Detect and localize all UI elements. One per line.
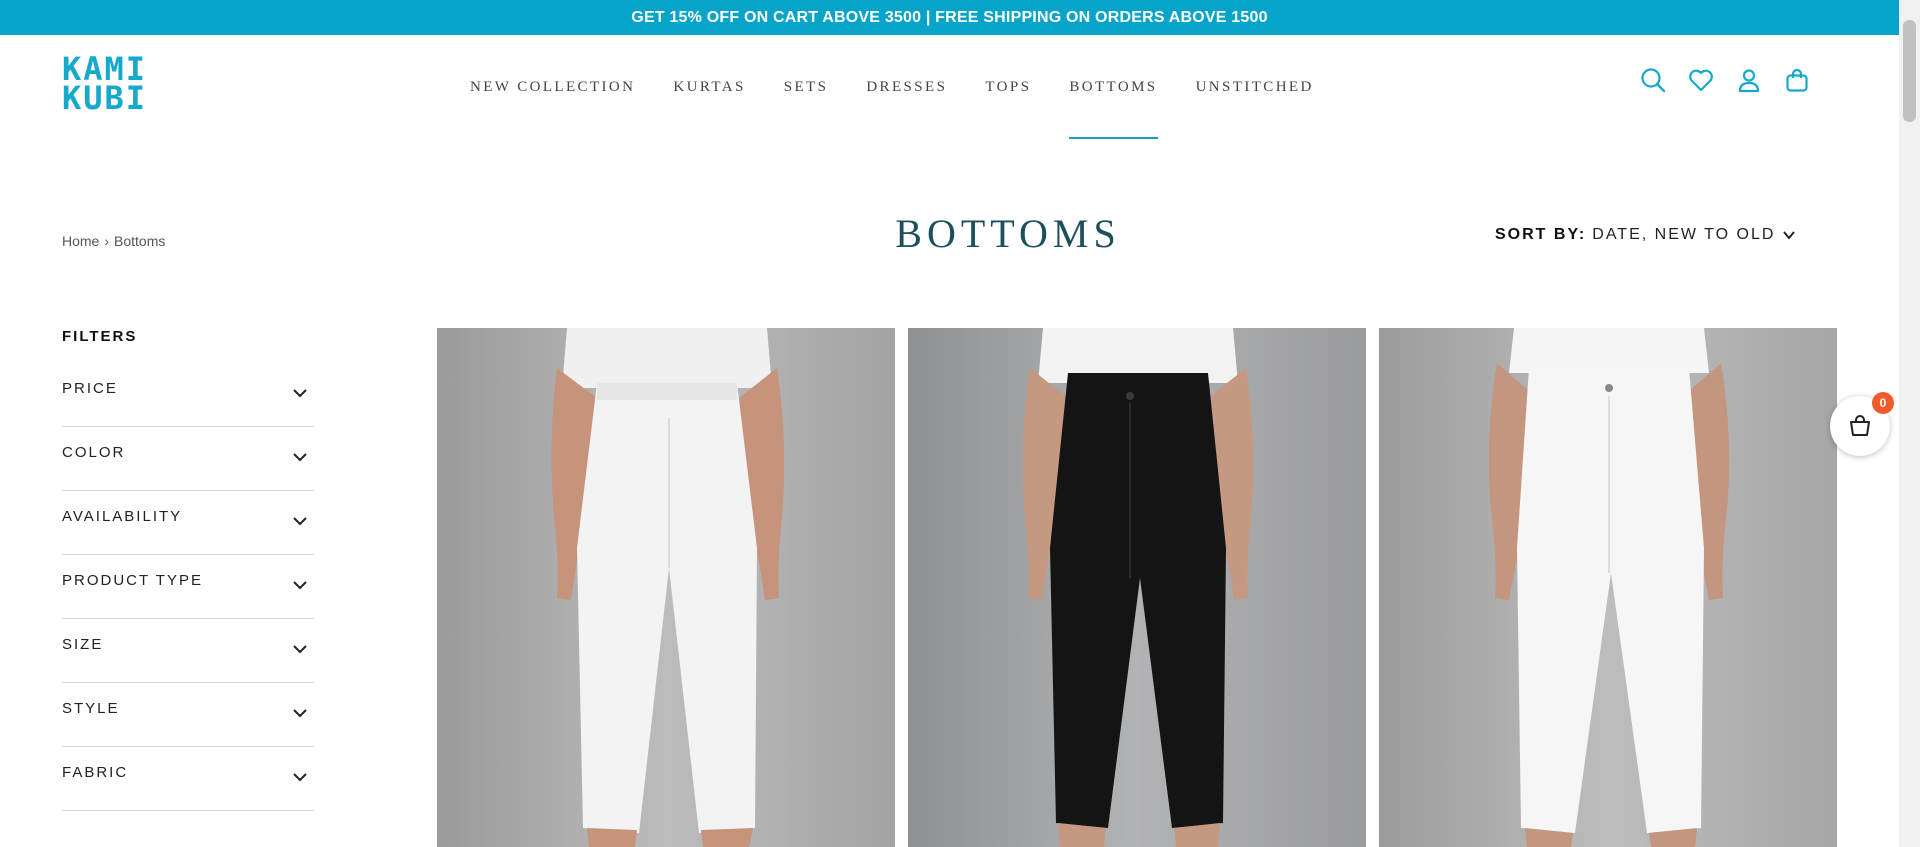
chevron-down-icon bbox=[293, 773, 307, 782]
nav-tops[interactable]: TOPS bbox=[985, 35, 1031, 139]
announcement-text: GET 15% OFF ON CART ABOVE 3500 | FREE SH… bbox=[631, 8, 1268, 26]
filter-style[interactable]: STYLE bbox=[62, 683, 314, 747]
scrollbar-thumb[interactable] bbox=[1903, 20, 1916, 122]
main-nav: NEW COLLECTION KURTAS SETS DRESSES TOPS … bbox=[470, 35, 1352, 139]
chevron-down-icon bbox=[293, 581, 307, 590]
chevron-down-icon bbox=[1783, 231, 1796, 240]
heart-icon[interactable] bbox=[1688, 67, 1714, 93]
product-image bbox=[908, 328, 1366, 847]
sort-dropdown[interactable]: SORT BY: DATE, NEW TO OLD bbox=[1495, 226, 1797, 244]
filter-color[interactable]: COLOR bbox=[62, 427, 314, 491]
sort-label: SORT BY: bbox=[1495, 226, 1587, 243]
filters-title: FILTERS bbox=[62, 328, 138, 345]
bag-icon[interactable] bbox=[1784, 67, 1810, 93]
nav-sets[interactable]: SETS bbox=[784, 35, 829, 139]
filter-fabric[interactable]: FABRIC bbox=[62, 747, 314, 811]
brand-logo[interactable]: KAMI KUBI bbox=[62, 53, 172, 117]
product-card[interactable] bbox=[437, 328, 895, 847]
filter-size[interactable]: SIZE bbox=[62, 619, 314, 683]
filter-product-type[interactable]: PRODUCT TYPE bbox=[62, 555, 314, 619]
filters-sidebar: FILTERS PRICE COLOR AVAILABILITY PRODUCT… bbox=[62, 328, 314, 811]
nav-dresses[interactable]: DRESSES bbox=[866, 35, 947, 139]
filter-label: PRICE bbox=[62, 380, 118, 397]
chevron-down-icon bbox=[293, 645, 307, 654]
nav-new-collection[interactable]: NEW COLLECTION bbox=[470, 35, 635, 139]
announcement-bar: GET 15% OFF ON CART ABOVE 3500 | FREE SH… bbox=[0, 0, 1899, 35]
filter-label: STYLE bbox=[62, 700, 120, 717]
filter-price[interactable]: PRICE bbox=[62, 363, 314, 427]
site-header: KAMI KUBI NEW COLLECTION KURTAS SETS DRE… bbox=[0, 35, 1899, 139]
filter-label: AVAILABILITY bbox=[62, 508, 183, 525]
page-scrollbar[interactable] bbox=[1899, 0, 1920, 847]
shopping-bag-icon bbox=[1850, 415, 1870, 436]
sort-value: DATE, NEW TO OLD bbox=[1592, 226, 1776, 243]
nav-unstitched[interactable]: UNSTITCHED bbox=[1196, 35, 1314, 139]
filter-label: PRODUCT TYPE bbox=[62, 572, 203, 589]
search-icon[interactable] bbox=[1640, 67, 1666, 93]
filter-label: SIZE bbox=[62, 636, 104, 653]
header-actions bbox=[1640, 67, 1810, 93]
filter-label: COLOR bbox=[62, 444, 126, 461]
cart-count-badge: 0 bbox=[1872, 392, 1894, 414]
nav-kurtas[interactable]: KURTAS bbox=[673, 35, 745, 139]
filter-availability[interactable]: AVAILABILITY bbox=[62, 491, 314, 555]
product-card[interactable] bbox=[908, 328, 1366, 847]
product-image bbox=[1379, 328, 1837, 847]
chevron-down-icon bbox=[293, 453, 307, 462]
filter-label: FABRIC bbox=[62, 764, 129, 781]
user-icon[interactable] bbox=[1736, 67, 1762, 93]
nav-bottoms[interactable]: BOTTOMS bbox=[1069, 35, 1158, 139]
chevron-down-icon bbox=[293, 389, 307, 398]
floating-cart-button[interactable]: 0 bbox=[1830, 392, 1894, 456]
chevron-down-icon bbox=[293, 517, 307, 526]
logo-line-2: KUBI bbox=[62, 79, 148, 117]
product-card[interactable] bbox=[1379, 328, 1837, 847]
chevron-down-icon bbox=[293, 709, 307, 718]
product-grid bbox=[437, 328, 1837, 847]
product-image bbox=[437, 328, 895, 847]
